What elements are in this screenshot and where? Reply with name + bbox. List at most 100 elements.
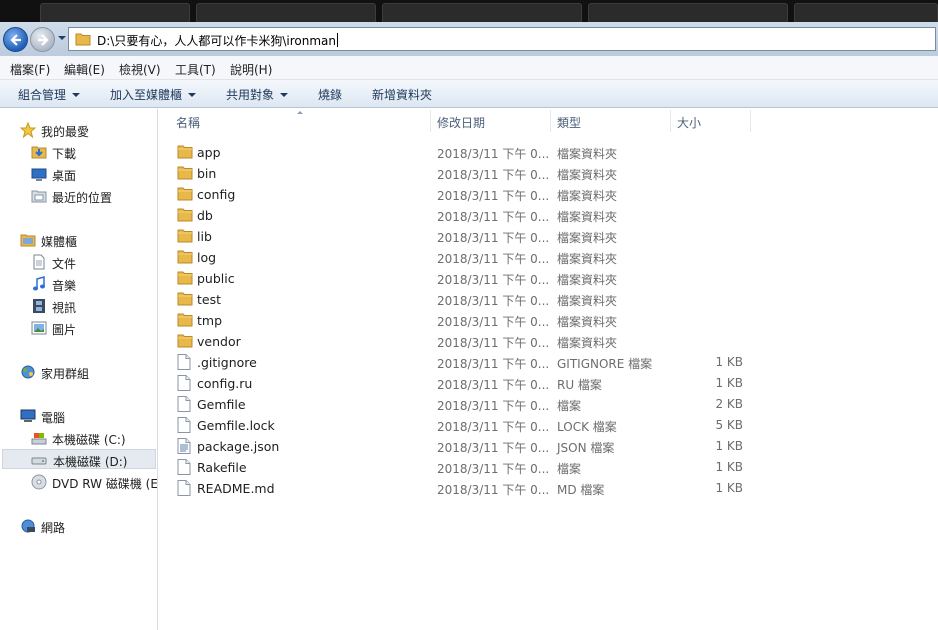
folder-row[interactable]: tmp 2018/3/11 下午 0... 檔案資料夾 bbox=[172, 310, 752, 331]
file-name: lib bbox=[197, 229, 212, 244]
background-tab bbox=[40, 3, 190, 22]
column-divider[interactable] bbox=[550, 110, 551, 132]
hard-drive-icon bbox=[31, 457, 47, 465]
nav-item-dvd-drive[interactable]: DVD RW 磁碟機 (E: bbox=[31, 473, 157, 493]
desktop-icon bbox=[31, 168, 47, 181]
organize-label: 組合管理 bbox=[18, 88, 67, 102]
file-name: Gemfile.lock bbox=[197, 418, 275, 433]
nav-item-pictures[interactable]: 圖片 bbox=[31, 319, 151, 339]
arrow-left-icon bbox=[10, 34, 21, 46]
folder-icon bbox=[177, 144, 193, 162]
file-name: public bbox=[197, 271, 235, 286]
file-name: vendor bbox=[197, 334, 241, 349]
folder-row[interactable]: app 2018/3/11 下午 0... 檔案資料夾 bbox=[172, 142, 752, 163]
menu-bar: 檔案(F) 編輯(E) 檢視(V) 工具(T) 說明(H) bbox=[0, 56, 938, 80]
folder-icon bbox=[177, 186, 193, 204]
nav-homegroup[interactable]: 家用群組 bbox=[20, 363, 150, 383]
file-row[interactable]: .gitignore 2018/3/11 下午 0... GITIGNORE 檔案 1… bbox=[172, 352, 752, 373]
folder-icon bbox=[177, 333, 193, 351]
file-type: 檔案資料夾 bbox=[557, 315, 618, 329]
nav-item-videos[interactable]: 視訊 bbox=[31, 297, 151, 317]
file-size: 2 KB bbox=[715, 397, 743, 411]
add-to-library-label: 加入至媒體櫃 bbox=[110, 88, 183, 102]
file-date: 2018/3/11 下午 0... bbox=[437, 378, 550, 392]
nav-item-label: 桌面 bbox=[52, 169, 77, 183]
column-header-name[interactable]: 名稱 bbox=[176, 114, 200, 131]
file-type: 檔案資料夾 bbox=[557, 252, 618, 266]
file-size: 1 KB bbox=[715, 481, 743, 495]
column-header-size[interactable]: 大小 bbox=[677, 114, 701, 131]
file-type: 檔案資料夾 bbox=[557, 168, 618, 182]
menu-help[interactable]: 說明(H) bbox=[230, 61, 272, 78]
folder-icon bbox=[177, 207, 193, 225]
burn-button[interactable]: 燒錄 bbox=[318, 86, 342, 103]
nav-item-recent-places[interactable]: 最近的位置 bbox=[31, 187, 151, 207]
new-folder-label: 新增資料夾 bbox=[372, 88, 433, 102]
file-row[interactable]: Gemfile 2018/3/11 下午 0... 檔案 2 KB bbox=[172, 394, 752, 415]
file-date: 2018/3/11 下午 0... bbox=[437, 399, 550, 413]
nav-item-desktop[interactable]: 桌面 bbox=[31, 165, 151, 185]
file-size: 1 KB bbox=[715, 355, 743, 369]
file-date: 2018/3/11 下午 0... bbox=[437, 462, 550, 476]
folder-row[interactable]: lib 2018/3/11 下午 0... 檔案資料夾 bbox=[172, 226, 752, 247]
file-date: 2018/3/11 下午 0... bbox=[437, 483, 550, 497]
nav-item-label: 視訊 bbox=[52, 301, 77, 315]
share-with-label: 共用對象 bbox=[226, 88, 275, 102]
folder-row[interactable]: test 2018/3/11 下午 0... 檔案資料夾 bbox=[172, 289, 752, 310]
computer-icon bbox=[20, 409, 36, 422]
nav-item-label: 音樂 bbox=[52, 279, 77, 293]
folder-icon bbox=[177, 228, 193, 246]
folder-row[interactable]: bin 2018/3/11 下午 0... 檔案資料夾 bbox=[172, 163, 752, 184]
nav-item-documents[interactable]: 文件 bbox=[31, 253, 151, 273]
new-folder-button[interactable]: 新增資料夾 bbox=[372, 86, 432, 103]
nav-network[interactable]: 網路 bbox=[20, 517, 150, 537]
file-size: 1 KB bbox=[715, 460, 743, 474]
nav-item-downloads[interactable]: 下載 bbox=[31, 143, 151, 163]
share-with-button[interactable]: 共用對象 bbox=[226, 86, 289, 103]
column-divider[interactable] bbox=[670, 110, 671, 132]
menu-view[interactable]: 檢視(V) bbox=[119, 61, 161, 78]
menu-edit[interactable]: 編輯(E) bbox=[64, 61, 105, 78]
menu-tools[interactable]: 工具(T) bbox=[175, 61, 216, 78]
nav-favorites[interactable]: 我的最愛 bbox=[20, 121, 150, 141]
organize-button[interactable]: 組合管理 bbox=[18, 86, 81, 103]
nav-item-drive-d[interactable]: 本機磁碟 (D:) bbox=[2, 449, 156, 469]
folder-icon bbox=[177, 270, 193, 288]
file-row[interactable]: README.md 2018/3/11 下午 0... MD 檔案 1 KB bbox=[172, 478, 752, 499]
column-divider[interactable] bbox=[750, 110, 751, 132]
nav-item-music[interactable]: 音樂 bbox=[31, 275, 151, 295]
background-taskbar-strip bbox=[0, 0, 938, 22]
forward-button[interactable] bbox=[30, 27, 55, 52]
file-icon bbox=[177, 480, 191, 499]
nav-computer[interactable]: 電腦 bbox=[20, 407, 150, 427]
file-row[interactable]: Rakefile 2018/3/11 下午 0... 檔案 1 KB bbox=[172, 457, 752, 478]
folder-row[interactable]: public 2018/3/11 下午 0... 檔案資料夾 bbox=[172, 268, 752, 289]
folder-row[interactable]: log 2018/3/11 下午 0... 檔案資料夾 bbox=[172, 247, 752, 268]
file-row[interactable]: Gemfile.lock 2018/3/11 下午 0... LOCK 檔案 5 KB bbox=[172, 415, 752, 436]
column-header-type[interactable]: 類型 bbox=[557, 114, 581, 131]
menu-file[interactable]: 檔案(F) bbox=[10, 61, 50, 78]
chevron-down-icon bbox=[188, 93, 197, 97]
file-date: 2018/3/11 下午 0... bbox=[437, 168, 550, 182]
recent-pages-dropdown[interactable] bbox=[58, 36, 66, 40]
file-type: 檔案資料夾 bbox=[557, 273, 618, 287]
column-header-date[interactable]: 修改日期 bbox=[437, 114, 485, 131]
file-name: db bbox=[197, 208, 213, 223]
file-row[interactable]: package.json 2018/3/11 下午 0... JSON 檔案 1 KB bbox=[172, 436, 752, 457]
folder-row[interactable]: db 2018/3/11 下午 0... 檔案資料夾 bbox=[172, 205, 752, 226]
burn-label: 燒錄 bbox=[318, 88, 343, 102]
nav-libraries[interactable]: 媒體櫃 bbox=[20, 231, 150, 251]
address-path[interactable]: D:\只要有心，人人都可以作卡米狗\ironman bbox=[97, 32, 338, 49]
folder-row[interactable]: config 2018/3/11 下午 0... 檔案資料夾 bbox=[172, 184, 752, 205]
add-to-library-button[interactable]: 加入至媒體櫃 bbox=[110, 86, 197, 103]
column-header-bar: 名稱 修改日期 類型 大小 bbox=[160, 109, 938, 133]
column-divider[interactable] bbox=[430, 110, 431, 132]
address-bar[interactable]: D:\只要有心，人人都可以作卡米狗\ironman bbox=[68, 27, 936, 51]
file-row[interactable]: config.ru 2018/3/11 下午 0... RU 檔案 1 KB bbox=[172, 373, 752, 394]
nav-item-label: 最近的位置 bbox=[52, 191, 113, 205]
nav-item-drive-c[interactable]: 本機磁碟 (C:) bbox=[31, 429, 153, 449]
file-type: 檔案資料夾 bbox=[557, 294, 618, 308]
folder-row[interactable]: vendor 2018/3/11 下午 0... 檔案資料夾 bbox=[172, 331, 752, 352]
file-icon bbox=[177, 417, 191, 436]
back-button[interactable] bbox=[3, 27, 28, 52]
